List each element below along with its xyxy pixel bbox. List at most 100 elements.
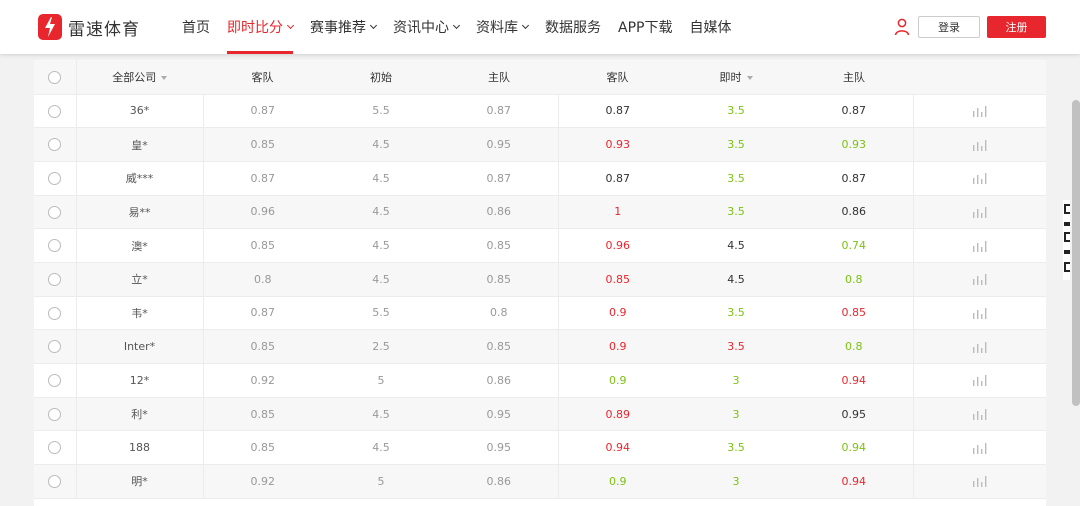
- live-handicap-header[interactable]: 即时: [677, 60, 795, 95]
- live-away-cell: 1: [558, 195, 677, 230]
- row-select-cell[interactable]: [34, 94, 77, 129]
- nav-item-6[interactable]: APP下载: [618, 0, 672, 54]
- row-select-radio[interactable]: [48, 441, 62, 455]
- row-select-radio[interactable]: [48, 138, 62, 152]
- chart-cell[interactable]: [913, 430, 1046, 466]
- row-select-cell[interactable]: [34, 228, 77, 263]
- company-filter-header[interactable]: 全部公司: [76, 60, 203, 95]
- bar-chart-icon[interactable]: [972, 274, 987, 286]
- bar-chart-icon[interactable]: [972, 341, 987, 353]
- table-row[interactable]: 立* 0.8 4.5 0.85 0.85 4.5 0.8: [34, 262, 1046, 297]
- scrollbar-thumb[interactable]: [1072, 100, 1080, 406]
- nav-item-5[interactable]: 数据服务: [545, 0, 601, 54]
- nav-item-1[interactable]: 即时比分: [227, 0, 295, 54]
- select-all-radio[interactable]: [48, 70, 62, 84]
- row-select-radio[interactable]: [48, 171, 62, 185]
- table-row[interactable]: 澳* 0.85 4.5 0.85 0.96 4.5 0.74: [34, 228, 1046, 263]
- nav-item-label: 赛事推荐: [310, 20, 366, 36]
- chart-cell[interactable]: [913, 464, 1046, 499]
- table-row[interactable]: 威*** 0.87 4.5 0.87 0.87 3.5 0.87: [34, 161, 1046, 196]
- chart-cell[interactable]: [913, 228, 1046, 263]
- table-row[interactable]: 36* 0.87 5.5 0.87 0.87 3.5 0.87: [34, 94, 1046, 129]
- row-select-cell[interactable]: [34, 127, 77, 162]
- init-home-cell: 0.95: [440, 397, 559, 432]
- row-select-cell[interactable]: [34, 464, 77, 499]
- nav-item-7[interactable]: 自媒体: [689, 0, 731, 54]
- table-row[interactable]: 韦* 0.87 5.5 0.8 0.9 3.5 0.85: [34, 296, 1046, 331]
- table-row[interactable]: 利* 0.85 4.5 0.95 0.89 3 0.95: [34, 397, 1046, 432]
- live-away-header: 客队: [558, 60, 677, 95]
- table-row[interactable]: 易** 0.96 4.5 0.86 1 3.5 0.86: [34, 195, 1046, 230]
- company-cell: 利*: [76, 397, 204, 432]
- nav-item-4[interactable]: 资料库: [476, 0, 530, 54]
- table-row[interactable]: 皇* 0.85 4.5 0.95 0.93 3.5 0.93: [34, 127, 1046, 162]
- nav-item-3[interactable]: 资讯中心: [393, 0, 461, 54]
- bar-chart-icon[interactable]: [972, 105, 987, 117]
- nav-item-label: 首页: [182, 20, 210, 36]
- row-select-cell[interactable]: [34, 262, 77, 297]
- select-all-cell[interactable]: [34, 60, 77, 95]
- init-handicap-cell: 4.5: [322, 397, 440, 432]
- table-row[interactable]: 12* 0.92 5 0.86 0.9 3 0.94: [34, 363, 1046, 398]
- chart-cell[interactable]: [913, 363, 1046, 398]
- table-row[interactable]: Inter* 0.85 2.5 0.85 0.9 3.5 0.8: [34, 329, 1046, 364]
- live-home-cell: 0.86: [795, 195, 914, 230]
- bar-chart-icon[interactable]: [972, 409, 987, 421]
- row-select-radio[interactable]: [48, 475, 62, 489]
- chart-cell[interactable]: [913, 195, 1046, 230]
- chart-cell[interactable]: [913, 397, 1046, 432]
- row-select-cell[interactable]: [34, 329, 77, 364]
- chart-header: [913, 60, 1046, 95]
- row-select-radio[interactable]: [48, 340, 62, 354]
- table-row[interactable]: 188 0.85 4.5 0.95 0.94 3.5 0.94: [34, 430, 1046, 466]
- nav-item-label: APP下载: [618, 20, 673, 36]
- chevron-down-icon: [452, 21, 461, 29]
- chart-cell[interactable]: [913, 94, 1046, 129]
- bar-chart-icon[interactable]: [972, 240, 987, 252]
- user-icon[interactable]: [894, 18, 910, 36]
- row-select-radio[interactable]: [48, 239, 62, 253]
- live-home-cell: 0.8: [795, 262, 914, 297]
- init-home-cell: 0.86: [440, 363, 559, 398]
- row-select-radio[interactable]: [48, 273, 62, 287]
- row-select-cell[interactable]: [34, 161, 77, 196]
- init-home-cell: 0.85: [440, 262, 559, 297]
- bar-chart-icon[interactable]: [972, 173, 987, 185]
- row-select-radio[interactable]: [48, 205, 62, 219]
- nav-item-label: 即时比分: [227, 20, 283, 36]
- dropdown-triangle-icon: [161, 75, 168, 80]
- row-select-cell[interactable]: [34, 397, 77, 432]
- login-button[interactable]: 登录: [918, 16, 980, 38]
- init-away-header: 客队: [203, 60, 322, 95]
- logo-mark-icon: [38, 14, 62, 40]
- company-cell: 188: [76, 430, 204, 466]
- chart-cell[interactable]: [913, 161, 1046, 196]
- init-away-cell: 0.87: [203, 296, 322, 331]
- table-row[interactable]: 明* 0.92 5 0.86 0.9 3 0.94: [34, 464, 1046, 499]
- chart-cell[interactable]: [913, 296, 1046, 331]
- chart-cell[interactable]: [913, 262, 1046, 297]
- bar-chart-icon[interactable]: [972, 307, 987, 319]
- row-select-cell[interactable]: [34, 296, 77, 331]
- row-select-radio[interactable]: [48, 306, 62, 320]
- site-logo[interactable]: 雷速体育: [38, 13, 140, 41]
- chevron-down-icon: [286, 21, 295, 29]
- nav-item-0[interactable]: 首页: [182, 0, 210, 54]
- bar-chart-icon[interactable]: [972, 442, 987, 454]
- init-home-cell: 0.85: [440, 329, 559, 364]
- bar-chart-icon[interactable]: [972, 476, 987, 488]
- row-select-radio[interactable]: [48, 104, 62, 118]
- register-button[interactable]: 注册: [987, 16, 1046, 38]
- init-away-cell: 0.85: [203, 397, 322, 432]
- bar-chart-icon[interactable]: [972, 375, 987, 387]
- row-select-cell[interactable]: [34, 195, 77, 230]
- row-select-radio[interactable]: [48, 407, 62, 421]
- chart-cell[interactable]: [913, 329, 1046, 364]
- bar-chart-icon[interactable]: [972, 139, 987, 151]
- row-select-cell[interactable]: [34, 430, 77, 466]
- nav-item-2[interactable]: 赛事推荐: [310, 0, 378, 54]
- row-select-radio[interactable]: [48, 374, 62, 388]
- bar-chart-icon[interactable]: [972, 206, 987, 218]
- row-select-cell[interactable]: [34, 363, 77, 398]
- chart-cell[interactable]: [913, 127, 1046, 162]
